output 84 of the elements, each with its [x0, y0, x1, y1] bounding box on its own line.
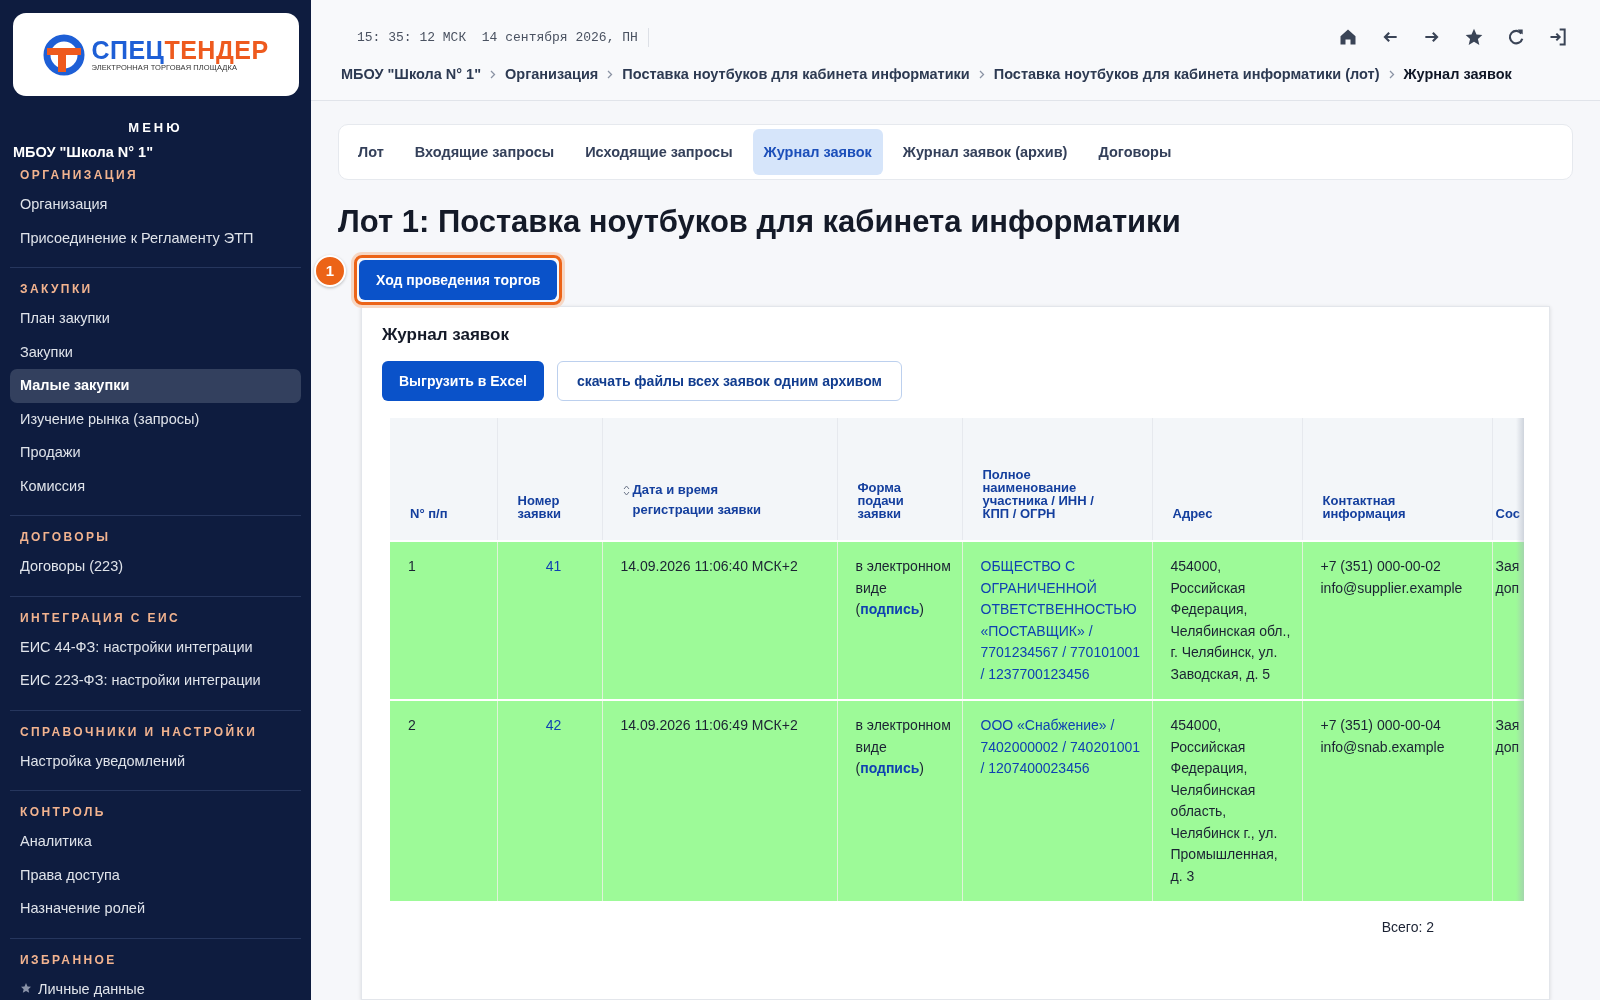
signature-link[interactable]: подпись	[860, 760, 920, 776]
column-header: Форма подачи заявки	[857, 481, 905, 520]
table-cell-text: info@snab.example	[1320, 737, 1446, 757]
sidebar-item[interactable]: ЕИС 44-ФЗ: настройки интеграции	[10, 630, 301, 664]
home-icon[interactable]	[1338, 27, 1358, 47]
table-cell-text: +7 (351) 000-00-02	[1320, 557, 1442, 576]
favorite-item[interactable]: Личные данные	[10, 972, 301, 1000]
sidebar-item[interactable]: Закупки	[10, 335, 301, 369]
tab[interactable]: Журнал заявок (архив)	[891, 129, 1079, 175]
tab[interactable]: Лот	[347, 129, 395, 175]
sidebar-item[interactable]: Присоединение к Регламенту ЭТП	[10, 221, 301, 255]
breadcrumb-link[interactable]: Поставка ноутбуков для кабинета информатики	[622, 66, 970, 82]
sort-icon[interactable]	[622, 485, 630, 496]
total-count: Всего: 2	[1381, 919, 1434, 935]
sidebar-item[interactable]: ЕИС 223-ФЗ: настройки интеграции	[10, 664, 301, 698]
section-heading: КОНТРОЛЬ	[19, 804, 107, 821]
column-header: N° п/п	[410, 507, 448, 520]
table-cell: 1	[408, 558, 416, 574]
application-link[interactable]: 42	[515, 715, 592, 737]
table-cell-text: Зая	[1495, 716, 1521, 735]
section-heading: СПРАВОЧНИКИ И НАСТРОЙКИ	[19, 723, 259, 741]
sidebar-item[interactable]: Малые закупки	[10, 369, 301, 403]
chevron-icon	[978, 69, 985, 79]
sidebar-item[interactable]: Права доступа	[10, 858, 301, 892]
organization-name: МБОУ "Школа N° 1"	[13, 144, 154, 160]
sidebar-item[interactable]: Комиссия	[10, 469, 301, 503]
sidebar-item[interactable]: План закупки	[10, 302, 301, 336]
clock-text: 15: 35: 12 МСК 14 сентября 2026, ПН	[341, 27, 649, 47]
table-cell-text: info@supplier.example	[1320, 578, 1464, 598]
tab[interactable]: Исходящие запросы	[574, 129, 744, 175]
breadcrumb-current: Журнал заявок	[1403, 66, 1512, 82]
column-header: Сос	[1495, 507, 1520, 520]
callout-badge: 1	[314, 255, 346, 287]
table-cell: в электронном виде (подпись)	[855, 717, 951, 776]
menu-heading: МЕНЮ	[127, 120, 184, 135]
sidebar-item-label: Личные данные	[38, 980, 145, 997]
table-cell: 2	[408, 717, 416, 733]
star-icon[interactable]	[1464, 27, 1484, 47]
chevron-icon	[1388, 69, 1395, 79]
chevron-icon	[490, 69, 496, 79]
sidebar-item[interactable]: Изучение рынка (запросы)	[10, 402, 301, 436]
panel-title: Журнал заявок	[382, 325, 510, 345]
sidebar-item[interactable]: Настройка уведомлений	[10, 744, 301, 778]
column-header: Адрес	[1172, 507, 1213, 520]
table-cell: 454000, Российская Федерация, Челябинская область, Челябинск г., ул. Промышленная, д. 3	[1170, 717, 1278, 884]
section-heading: ДОГОВОРЫ	[19, 529, 112, 546]
table-cell: в электронном виде (подпись)	[855, 558, 951, 617]
sidebar-item[interactable]: Назначение ролей	[10, 892, 301, 926]
breadcrumb-link[interactable]: Поставка ноутбуков для кабинета информатики (лот)	[993, 66, 1380, 82]
column-header: Полное наименование участника / ИНН / КПП / ОГРН	[982, 468, 1095, 520]
sidebar-item[interactable]: Продажи	[10, 436, 301, 470]
table-cell: 14.09.2026 11:06:49 МСК+2	[620, 717, 798, 733]
sidebar-item[interactable]: Договоры (223)	[10, 550, 301, 584]
column-header: Номер заявки	[517, 494, 563, 520]
table-cell-text: доп	[1495, 578, 1521, 598]
tab[interactable]: Входящие запросы	[403, 129, 566, 175]
chevron-icon	[607, 69, 614, 79]
logo-text: СПЕЦТЕНДЕР	[91, 37, 269, 63]
logo-icon	[43, 33, 86, 76]
breadcrumb-link[interactable]: Организация	[505, 66, 599, 82]
section-heading: ОРГАНИЗАЦИЯ	[19, 167, 139, 184]
logout-icon[interactable]	[1548, 27, 1568, 47]
tab[interactable]: Договоры	[1087, 129, 1183, 175]
section-heading: ИНТЕГРАЦИЯ С ЕИС	[19, 609, 182, 627]
signature-link[interactable]: подпись	[860, 601, 920, 617]
star-icon	[20, 981, 32, 994]
section-heading: ИЗБРАННОЕ	[19, 951, 118, 969]
column-header: Контактная информация	[1322, 494, 1407, 520]
table-cell-text: +7 (351) 000-00-04	[1320, 716, 1442, 735]
download-button[interactable]: скачать файлы всех заявок одним архивом	[556, 361, 902, 401]
progress-button[interactable]: Ход проведения торгов	[359, 260, 558, 300]
table-cell: 14.09.2026 11:06:40 МСК+2	[620, 558, 798, 574]
sidebar-item[interactable]: Организация	[10, 188, 301, 222]
breadcrumb-link[interactable]: МБОУ "Школа N° 1"	[341, 66, 481, 82]
sidebar-item[interactable]: Аналитика	[10, 825, 301, 859]
refresh-icon[interactable]	[1506, 27, 1526, 47]
page-title: Лот 1: Поставка ноутбуков для кабинета информатики	[338, 204, 1182, 240]
section-heading: ЗАКУПКИ	[19, 281, 94, 298]
tab[interactable]: Журнал заявок	[752, 129, 883, 175]
table-cell-text: Зая	[1495, 557, 1521, 576]
table-cell: 454000, Российская Федерация, Челябинская обл., г. Челябинск, ул. Заводская, д. 5	[1170, 558, 1291, 682]
table-cell-text: доп	[1495, 737, 1521, 757]
application-link[interactable]: 41	[515, 556, 592, 578]
export-button[interactable]: Выгрузить в Excel	[382, 361, 544, 401]
